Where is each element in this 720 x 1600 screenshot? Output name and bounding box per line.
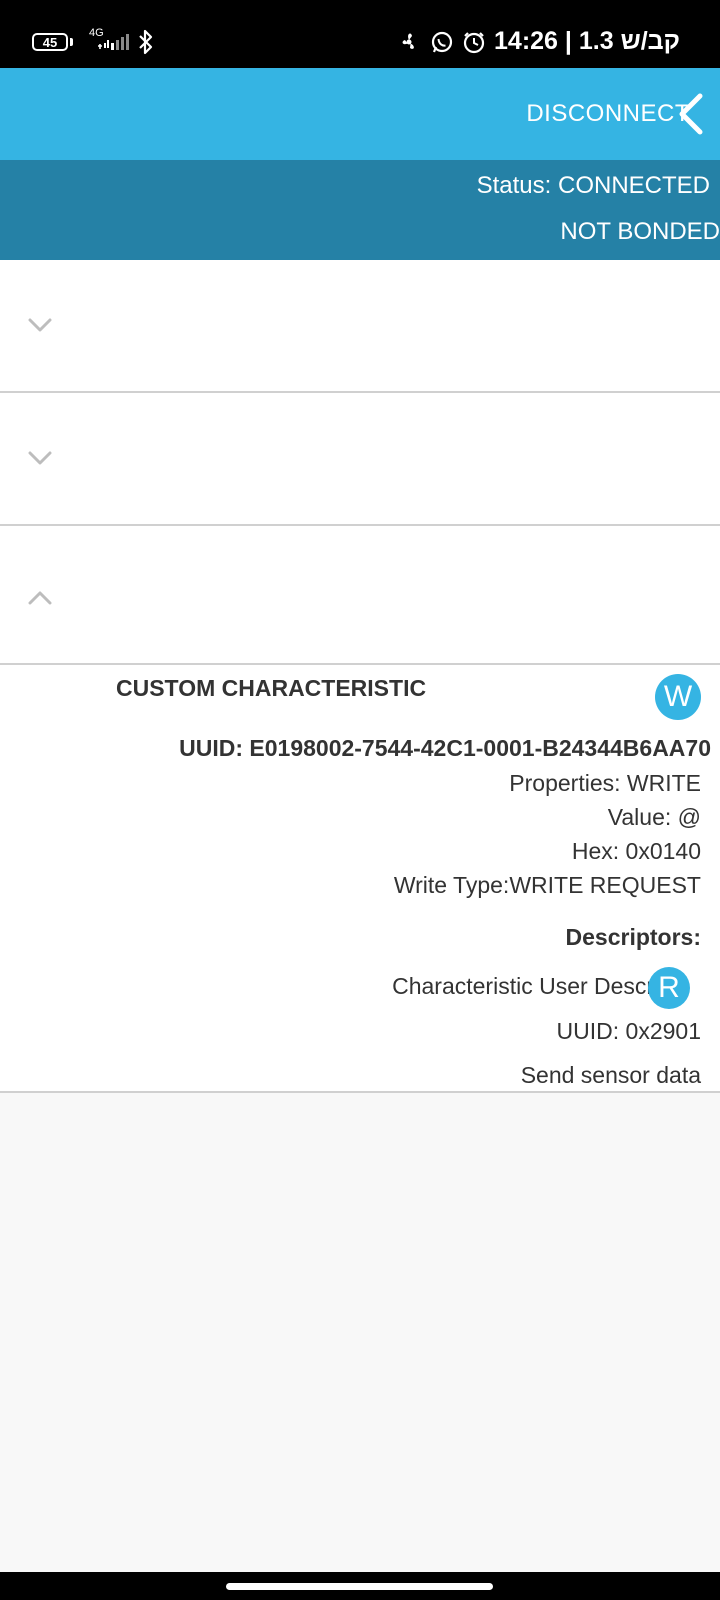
write-badge-label: W xyxy=(663,680,693,713)
characteristic-write-type: Write Type:WRITE REQUEST xyxy=(393,872,701,898)
connection-status-panel: Status: CONNECTED NOT BONDED xyxy=(0,160,720,260)
characteristic-panel[interactable]: CUSTOM CHARACTERISTIC W UUID: E0198002-7… xyxy=(0,665,720,1093)
write-button[interactable]: W xyxy=(655,674,701,720)
chevron-down-icon[interactable] xyxy=(28,317,52,333)
chevron-left-icon[interactable] xyxy=(672,92,706,136)
descriptors-heading: Descriptors: xyxy=(565,924,701,950)
alarm-icon xyxy=(463,32,485,54)
service-row-expanded[interactable] xyxy=(0,526,720,665)
service-row[interactable] xyxy=(0,260,720,393)
signal-icon xyxy=(98,34,129,50)
characteristic-hex: Hex: 0x0140 xyxy=(571,838,701,864)
characteristic-properties: Properties: WRITE xyxy=(509,770,701,796)
bond-status: NOT BONDED xyxy=(560,218,720,245)
device-screen: 45 4G קב/ש 1.3 | 14:26 DISCONNECT Status… xyxy=(0,0,720,1600)
whatsapp-icon xyxy=(431,31,453,53)
characteristic-value: Value: @ xyxy=(607,804,701,830)
clock-and-date: קב/ש 1.3 | 14:26 xyxy=(494,27,680,55)
system-status-bar: 45 4G קב/ש 1.3 | 14:26 xyxy=(0,0,720,68)
connection-status: Status: CONNECTED xyxy=(476,172,710,199)
read-button[interactable]: R xyxy=(648,967,690,1009)
characteristic-name: CUSTOM CHARACTERISTIC xyxy=(116,675,427,701)
descriptor-value: Send sensor data xyxy=(520,1062,701,1088)
empty-content-area xyxy=(0,1093,720,1572)
chevron-down-icon[interactable] xyxy=(28,450,52,466)
chevron-up-icon[interactable] xyxy=(28,590,52,606)
battery-icon: 45 xyxy=(32,33,68,51)
home-gesture-handle[interactable] xyxy=(226,1583,493,1590)
navigation-bar xyxy=(0,1572,720,1600)
descriptor-uuid: UUID: 0x2901 xyxy=(556,1018,701,1044)
fan-icon xyxy=(402,33,414,49)
descriptor-name: Characteristic User Descrip xyxy=(392,973,672,999)
bluetooth-icon xyxy=(139,29,153,55)
notification-icons xyxy=(402,31,485,54)
characteristic-uuid: UUID: E0198002-7544-42C1-0001-B24344B6AA… xyxy=(179,735,711,761)
service-row[interactable] xyxy=(0,393,720,526)
app-toolbar: DISCONNECT xyxy=(0,68,720,160)
disconnect-button[interactable]: DISCONNECT xyxy=(526,100,690,128)
battery-tip xyxy=(70,38,73,46)
battery-level: 45 xyxy=(42,34,58,50)
read-badge-label: R xyxy=(658,971,680,1004)
